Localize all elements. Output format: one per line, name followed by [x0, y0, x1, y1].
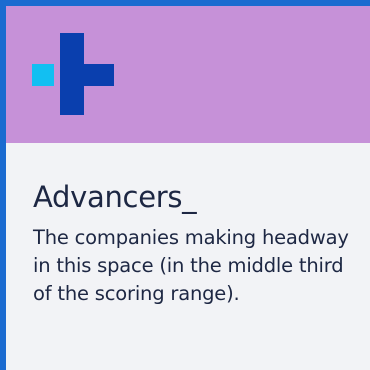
card-description: The companies making headway in this spa…: [33, 226, 349, 305]
logo-horizontal-bar: [84, 64, 114, 86]
header-band: [6, 6, 370, 143]
card-heading: Advancers_: [33, 180, 197, 214]
logo-accent-square: [32, 64, 54, 86]
plus-logo-icon: [32, 33, 114, 115]
card-content: Advancers_ The companies making headway …: [33, 178, 353, 308]
logo-vertical-bar: [60, 33, 84, 115]
category-card: Advancers_ The companies making headway …: [0, 0, 370, 370]
